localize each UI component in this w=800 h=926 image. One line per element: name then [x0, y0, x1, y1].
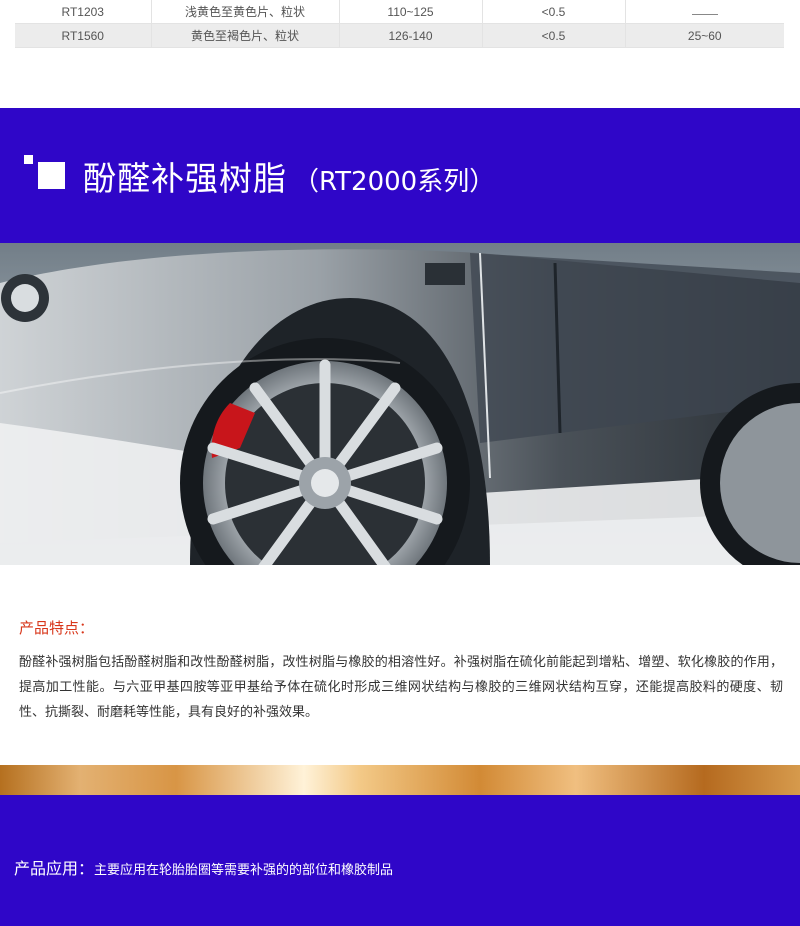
- application-label: 产品应用：: [14, 859, 95, 878]
- ash-cell: <0.5: [482, 23, 626, 48]
- spec-table: RT1203 浅黄色至黄色片、粒状 110~125 <0.5 RT1560 黄色…: [15, 0, 784, 48]
- softening-point-cell: 126-140: [339, 23, 483, 48]
- table-row: RT1203 浅黄色至黄色片、粒状 110~125 <0.5: [15, 0, 784, 24]
- appearance-cell: 黄色至褐色片、粒状: [151, 23, 340, 48]
- extra-cell: [625, 0, 784, 24]
- ash-cell: <0.5: [482, 0, 626, 24]
- table-row: RT1560 黄色至褐色片、粒状 126-140 <0.5 25~60: [15, 23, 784, 48]
- title-main: 酚醛补强树脂: [83, 159, 287, 198]
- features-paragraph: 酚醛补强树脂包括酚醛树脂和改性酚醛树脂，改性树脂与橡胶的相溶性好。补强树脂在硫化…: [19, 655, 783, 720]
- application-value: 主要应用在轮胎胎圈等需要补强的的部位和橡胶制品: [94, 863, 394, 878]
- extra-cell: 25~60: [625, 23, 784, 48]
- features-heading: 产品特点：: [19, 619, 95, 637]
- grade-cell: RT1560: [15, 23, 152, 48]
- empty-value-dash: [691, 13, 718, 15]
- car-wheel-image: [0, 243, 800, 565]
- light-flare-strip: [0, 765, 800, 795]
- section-title: 酚醛补强树脂 （RT2000系列）: [83, 152, 495, 200]
- softening-point-cell: 110~125: [339, 0, 483, 24]
- appearance-cell: 浅黄色至黄色片、粒状: [151, 0, 340, 24]
- title-sub: （RT2000系列）: [293, 167, 496, 197]
- application-line: 产品应用：主要应用在轮胎胎圈等需要补强的的部位和橡胶制品: [14, 855, 393, 879]
- grade-cell: RT1203: [15, 0, 152, 24]
- squares-logo-icon: [24, 155, 68, 191]
